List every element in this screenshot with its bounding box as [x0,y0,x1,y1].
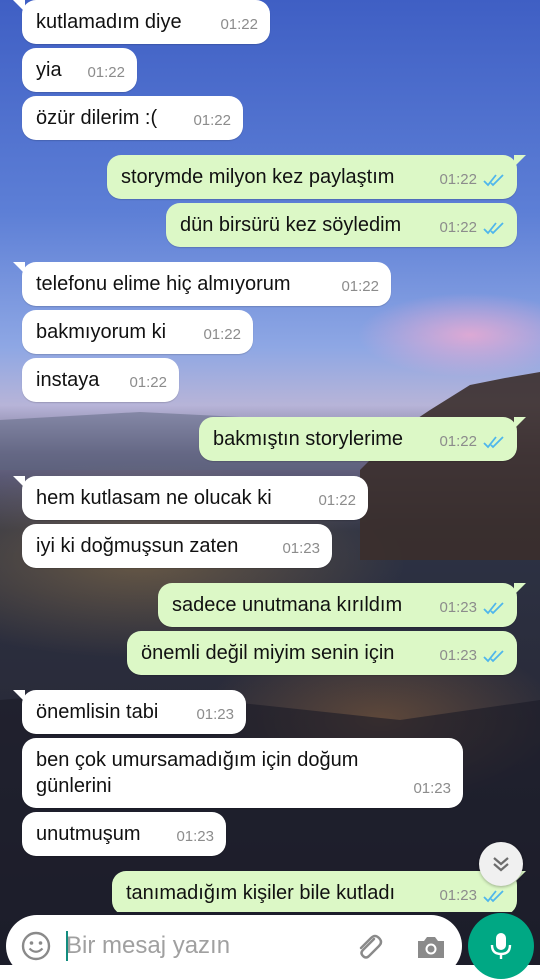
message-bubble-outgoing[interactable]: tanımadığım kişiler bile kutladı 01:23 [112,871,526,912]
message-bubble-incoming[interactable]: kutlamadım diye 01:22 [13,0,270,44]
message-time: 01:23 [176,828,214,845]
message-bubble-outgoing[interactable]: önemli değil miyim senin için 01:23 [127,631,517,675]
double-check-icon [483,174,504,187]
message-time: 01:23 [439,599,477,616]
message-text: bakmıştın storylerime [213,428,404,450]
double-check-icon [483,890,504,903]
message-text: telefonu elime hiç almıyorum [36,273,291,295]
message-bubble-incoming[interactable]: yia 01:22 [22,48,137,92]
message-composer [6,915,462,977]
message-meta: 01:22 [318,488,356,514]
message-meta: 01:22 [203,322,241,348]
message-text: özür dilerim :( [36,107,158,129]
message-meta: 01:22 [193,108,231,134]
message-bubble-outgoing[interactable]: storymde milyon kez paylaştım 01:22 [107,155,526,199]
chevron-double-down-icon [493,857,509,872]
message-meta: 01:23 [196,702,234,728]
message-meta: 01:23 [439,883,505,909]
message-time: 01:22 [203,326,241,343]
double-check-icon [483,602,504,615]
message-time: 01:22 [220,16,258,33]
message-bubble-incoming[interactable]: instaya 01:22 [22,358,179,402]
message-time: 01:23 [413,780,451,797]
scroll-to-bottom-button[interactable] [479,842,523,886]
message-time: 01:22 [87,64,125,81]
message-meta: 01:22 [220,12,258,38]
message-text: hem kutlasam ne olucak ki [36,487,272,509]
message-bubble-incoming[interactable]: telefonu elime hiç almıyorum 01:22 [13,262,391,306]
message-text: dün birsürü kez söyledim [180,214,402,236]
message-meta: 01:22 [439,429,505,455]
message-time: 01:22 [129,374,167,391]
message-meta: 01:23 [439,643,505,669]
message-meta: 01:23 [413,776,451,802]
message-bubble-outgoing[interactable]: bakmıştın storylerime 01:22 [199,417,526,461]
message-text: kutlamadım diye [36,11,182,33]
message-meta: 01:22 [439,167,505,193]
message-bubble-incoming[interactable]: ben çok umursamadığım için doğum günleri… [22,738,463,808]
message-bubble-incoming[interactable]: hem kutlasam ne olucak ki 01:22 [13,476,368,520]
message-meta: 01:22 [341,274,379,300]
message-text: önemlisin tabi [36,701,159,723]
message-time: 01:23 [439,887,477,904]
message-list[interactable]: kutlamadım diye 01:22 yia 01:22 özür dil… [0,0,540,912]
message-bubble-incoming[interactable]: bakmıyorum ki 01:22 [22,310,253,354]
message-text: tanımadığım kişiler bile kutladı [126,882,396,904]
message-text: yia [36,59,62,81]
message-text: iyi ki doğmuşsun zaten [36,535,239,557]
emoji-icon[interactable] [20,930,52,962]
message-time: 01:22 [439,433,477,450]
voice-message-button[interactable] [468,913,534,979]
message-text: sadece unutmana kırıldım [172,594,403,616]
message-input[interactable] [66,931,336,961]
camera-icon[interactable] [414,930,448,964]
message-time: 01:22 [439,171,477,188]
message-meta: 01:23 [176,824,214,850]
message-time: 01:23 [282,540,320,557]
message-text: unutmuşum [36,823,141,845]
message-bubble-outgoing[interactable]: dün birsürü kez söyledim 01:22 [166,203,517,247]
message-time: 01:23 [439,647,477,664]
message-text: storymde milyon kez paylaştım [121,166,395,188]
message-time: 01:23 [196,706,234,723]
message-meta: 01:23 [282,536,320,562]
message-meta: 01:22 [87,60,125,86]
message-meta: 01:22 [129,370,167,396]
message-bubble-incoming[interactable]: özür dilerim :( 01:22 [22,96,243,140]
message-bubble-incoming[interactable]: önemlisin tabi 01:23 [13,690,246,734]
message-bubble-incoming[interactable]: iyi ki doğmuşsun zaten 01:23 [22,524,332,568]
message-text: önemli değil miyim senin için [141,642,395,664]
message-bubble-incoming[interactable]: unutmuşum 01:23 [22,812,226,856]
message-meta: 01:22 [439,215,505,241]
message-meta: 01:23 [439,595,505,621]
microphone-icon [490,933,512,959]
double-check-icon [483,222,504,235]
double-check-icon [483,436,504,449]
message-text: bakmıyorum ki [36,321,167,343]
double-check-icon [483,650,504,663]
message-time: 01:22 [318,492,356,509]
message-text: instaya [36,369,100,391]
message-time: 01:22 [439,219,477,236]
text-caret [66,931,68,961]
message-time: 01:22 [341,278,379,295]
message-text: ben çok umursamadığım için doğum günleri… [36,749,359,797]
message-bubble-outgoing[interactable]: sadece unutmana kırıldım 01:23 [158,583,526,627]
message-time: 01:22 [193,112,231,129]
paperclip-icon[interactable] [352,930,386,964]
